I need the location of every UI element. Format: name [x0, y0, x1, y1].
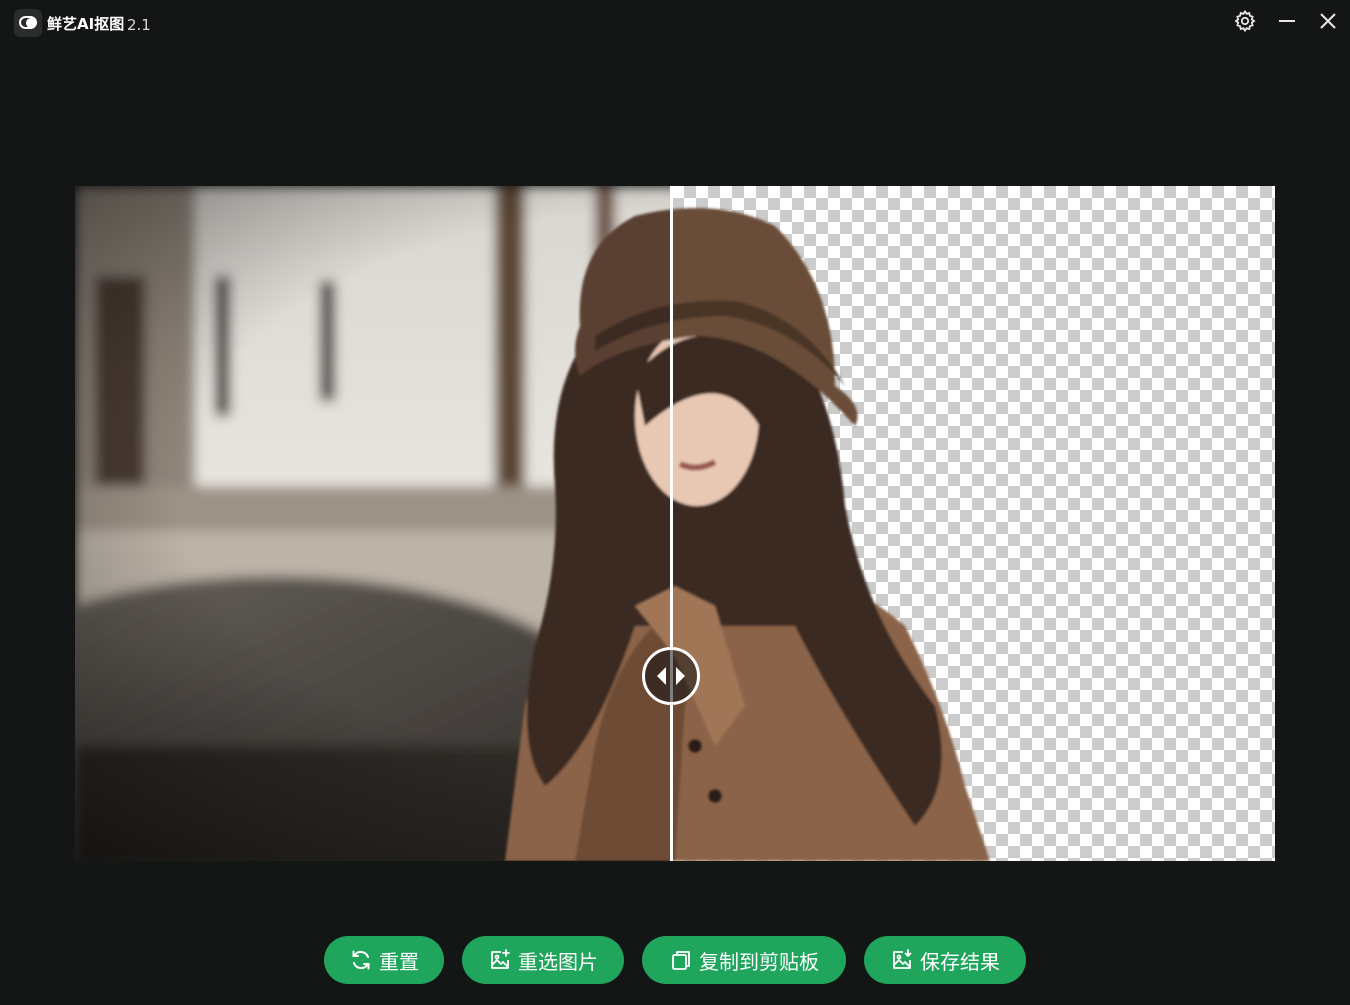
action-bar: 重置 重选图片 复制到剪贴板 保存结果 — [0, 936, 1350, 984]
copy-icon — [672, 951, 690, 970]
save-result-label: 保存结果 — [920, 949, 1000, 974]
left-right-arrows-icon — [657, 667, 685, 685]
minimize-button[interactable] — [1274, 8, 1300, 34]
app-title: 鲜艺AI抠图 — [47, 15, 125, 33]
refresh-icon — [352, 950, 370, 970]
image-save-icon — [893, 949, 912, 969]
app-version: 2.1 — [127, 16, 151, 34]
close-button[interactable] — [1315, 8, 1341, 34]
title-bar: 鲜艺AI抠图 2.1 — [0, 0, 1350, 46]
reselect-image-button[interactable]: 重选图片 — [462, 936, 624, 984]
comparison-preview — [75, 186, 1275, 861]
cutout-photo — [672, 208, 990, 861]
compare-divider-line[interactable] — [670, 186, 673, 861]
reset-button-label: 重置 — [379, 949, 419, 974]
original-image-pane — [75, 186, 672, 861]
result-image-pane — [672, 186, 1275, 861]
original-photo — [75, 186, 672, 861]
copy-to-clipboard-label: 复制到剪贴板 — [699, 949, 819, 974]
app-logo-icon — [14, 9, 42, 37]
minimize-icon — [1279, 20, 1295, 22]
save-result-button[interactable]: 保存结果 — [864, 936, 1026, 984]
image-add-icon — [491, 949, 510, 969]
reselect-image-label: 重选图片 — [518, 949, 598, 974]
reset-button[interactable]: 重置 — [324, 936, 444, 984]
compare-divider-handle[interactable] — [642, 647, 700, 705]
app-window: 鲜艺AI抠图 2.1 重置 重选图片 复制到剪贴板 保存结果 — [0, 0, 1350, 1005]
gear-icon — [1234, 9, 1256, 33]
close-icon — [1320, 13, 1336, 29]
copy-to-clipboard-button[interactable]: 复制到剪贴板 — [642, 936, 846, 984]
settings-button[interactable] — [1232, 8, 1258, 34]
